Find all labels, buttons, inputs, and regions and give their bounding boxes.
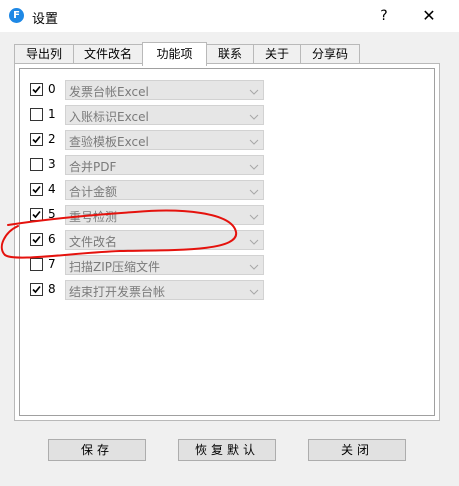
feature-number: 2 xyxy=(48,132,56,146)
feature-number: 6 xyxy=(48,232,56,246)
checkmark-icon xyxy=(32,135,41,144)
feature-checkbox[interactable] xyxy=(30,183,43,196)
feature-select[interactable]: 查验模板Excel xyxy=(65,130,264,150)
checkmark-icon xyxy=(32,235,41,244)
feature-select[interactable]: 扫描ZIP压缩文件 xyxy=(65,255,264,275)
restore-default-button[interactable]: 恢复默认 xyxy=(178,439,276,461)
feature-select[interactable]: 结束打开发票台帐 xyxy=(65,280,264,300)
feature-select-value: 合并PDF xyxy=(69,160,117,174)
feature-select-value: 重号检测 xyxy=(69,210,118,224)
dialog-body: 导出列 文件改名 功能项 联系 关于 分享码 0 发票台帐Excel 1 入账标识Ex… xyxy=(0,32,459,486)
chevron-down-icon xyxy=(249,85,259,95)
chevron-down-icon xyxy=(249,135,259,145)
feature-checkbox[interactable] xyxy=(30,158,43,171)
feature-select-value: 查验模板Excel xyxy=(69,135,149,149)
feature-checkbox[interactable] xyxy=(30,233,43,246)
feature-select-value: 扫描ZIP压缩文件 xyxy=(69,260,160,274)
title-bar: F 设置 ? ✕ xyxy=(0,0,459,32)
chevron-down-icon xyxy=(249,185,259,195)
feature-select[interactable]: 重号检测 xyxy=(65,205,264,225)
feature-select-value: 合计金额 xyxy=(69,185,118,199)
feature-number: 7 xyxy=(48,257,56,271)
tab-share-code[interactable]: 分享码 xyxy=(300,44,360,64)
checkmark-icon xyxy=(32,285,41,294)
feature-number: 0 xyxy=(48,82,56,96)
feature-select-value: 入账标识Excel xyxy=(69,110,149,124)
tab-export-columns[interactable]: 导出列 xyxy=(14,44,74,64)
help-icon[interactable]: ? xyxy=(374,6,394,26)
chevron-down-icon xyxy=(249,160,259,170)
feature-select-value: 结束打开发票台帐 xyxy=(69,285,166,299)
chevron-down-icon xyxy=(249,235,259,245)
chevron-down-icon xyxy=(249,260,259,270)
close-button[interactable]: 关闭 xyxy=(308,439,406,461)
feature-number: 5 xyxy=(48,207,56,221)
checkmark-icon xyxy=(32,210,41,219)
feature-checkbox[interactable] xyxy=(30,283,43,296)
chevron-down-icon xyxy=(249,210,259,220)
checkmark-icon xyxy=(32,185,41,194)
checkmark-icon xyxy=(32,85,41,94)
feature-checkbox[interactable] xyxy=(30,208,43,221)
feature-select[interactable]: 入账标识Excel xyxy=(65,105,264,125)
chevron-down-icon xyxy=(249,285,259,295)
features-group: 0 发票台帐Excel 1 入账标识Excel 2 查验模板Excel 3 合并PDF 4 合计金… xyxy=(19,68,435,416)
feature-number: 3 xyxy=(48,157,56,171)
feature-checkbox[interactable] xyxy=(30,83,43,96)
feature-select-value: 发票台帐Excel xyxy=(69,85,149,99)
tab-features[interactable]: 功能项 xyxy=(142,42,207,66)
feature-number: 4 xyxy=(48,182,56,196)
feature-checkbox[interactable] xyxy=(30,108,43,121)
chevron-down-icon xyxy=(249,110,259,120)
save-button[interactable]: 保存 xyxy=(48,439,146,461)
feature-checkbox[interactable] xyxy=(30,258,43,271)
feature-select[interactable]: 合计金额 xyxy=(65,180,264,200)
tab-file-rename[interactable]: 文件改名 xyxy=(73,44,143,64)
app-logo-icon: F xyxy=(9,8,24,23)
features-panel: 0 发票台帐Excel 1 入账标识Excel 2 查验模板Excel 3 合并PDF 4 合计金… xyxy=(14,63,440,421)
feature-select[interactable]: 合并PDF xyxy=(65,155,264,175)
feature-select[interactable]: 发票台帐Excel xyxy=(65,80,264,100)
feature-number: 8 xyxy=(48,282,56,296)
tab-about[interactable]: 关于 xyxy=(253,44,301,64)
window-title: 设置 xyxy=(32,12,59,27)
tab-contact[interactable]: 联系 xyxy=(206,44,254,64)
feature-checkbox[interactable] xyxy=(30,133,43,146)
feature-select-value: 文件改名 xyxy=(69,235,118,249)
close-icon[interactable]: ✕ xyxy=(419,6,439,26)
feature-number: 1 xyxy=(48,107,56,121)
feature-select[interactable]: 文件改名 xyxy=(65,230,264,250)
